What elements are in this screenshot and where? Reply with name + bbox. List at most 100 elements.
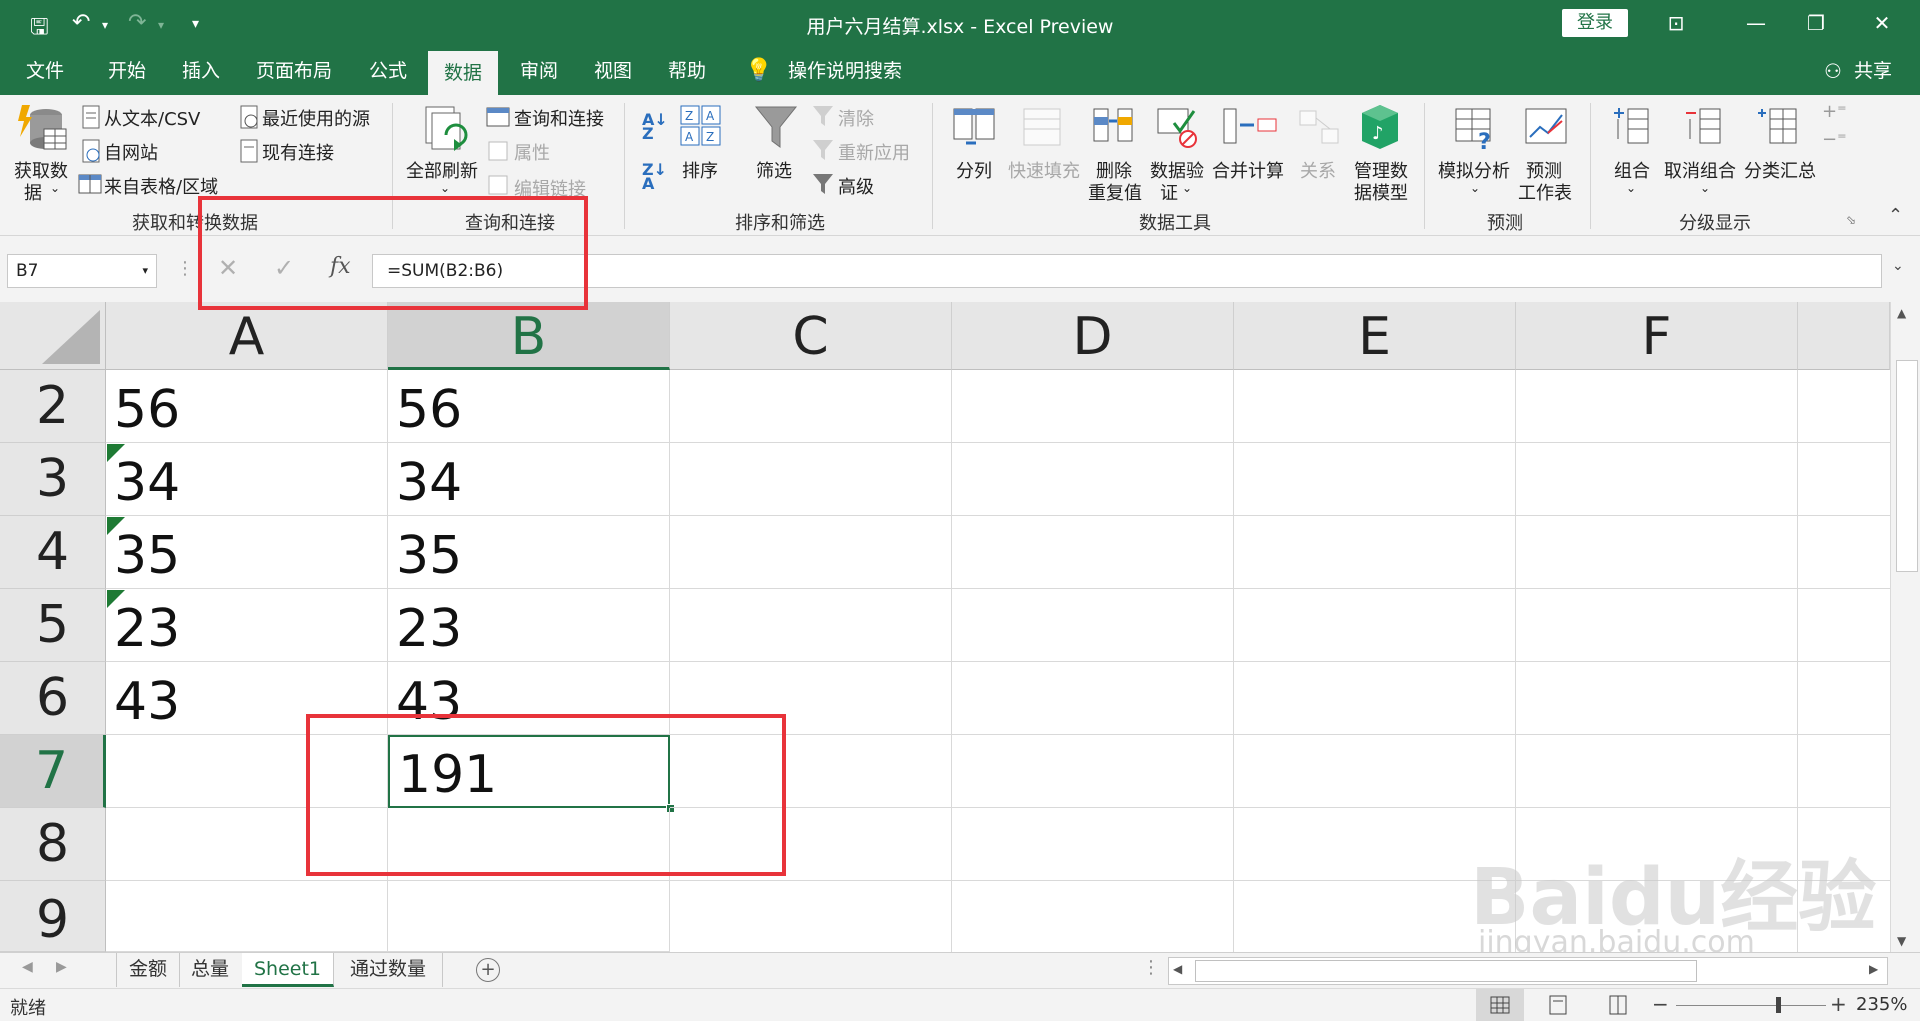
- cell-b3[interactable]: 34: [388, 443, 670, 516]
- row-header-4[interactable]: 4: [0, 516, 106, 589]
- column-header-f[interactable]: F: [1516, 302, 1798, 370]
- row-header-7[interactable]: 7: [0, 735, 106, 808]
- row-header-5[interactable]: 5: [0, 589, 106, 662]
- dialog-launcher-icon[interactable]: ⬂: [1846, 213, 1856, 227]
- remove-duplicates-label2[interactable]: 重复值: [1088, 179, 1142, 205]
- tab-review[interactable]: 审阅: [504, 47, 574, 95]
- scroll-left-icon[interactable]: ◀: [1173, 962, 1182, 976]
- zoom-in-icon[interactable]: +: [1830, 992, 1847, 1016]
- vertical-scroll-thumb[interactable]: [1896, 360, 1918, 572]
- tab-formulas[interactable]: 公式: [353, 47, 423, 95]
- validation-dropdown-icon[interactable]: ⌄: [1182, 181, 1192, 195]
- horizontal-scroll-thumb[interactable]: [1195, 960, 1697, 982]
- normal-view-button[interactable]: [1476, 989, 1524, 1021]
- subtotal-icon[interactable]: [1756, 105, 1800, 149]
- group-button[interactable]: 组合: [1614, 157, 1650, 183]
- column-header-a[interactable]: A: [106, 302, 388, 370]
- page-break-view-icon[interactable]: [1598, 989, 1638, 1021]
- tab-insert[interactable]: 插入: [166, 47, 236, 95]
- name-box[interactable]: B7 ▾: [7, 254, 157, 288]
- sort-icon[interactable]: Z AA Z: [680, 105, 722, 147]
- zoom-slider-thumb[interactable]: [1776, 997, 1781, 1013]
- horizontal-scrollbar[interactable]: ◀ ▶: [1168, 957, 1888, 985]
- sheet-tab-sheet1[interactable]: Sheet1: [242, 953, 334, 987]
- zoom-out-icon[interactable]: −: [1652, 992, 1669, 1016]
- sort-button[interactable]: 排序: [682, 157, 718, 183]
- consolidate-button[interactable]: 合并计算: [1212, 157, 1284, 183]
- existing-connections-button[interactable]: 现有连接: [262, 139, 334, 165]
- collapse-ribbon-icon[interactable]: ⌃: [1888, 205, 1903, 226]
- column-header-e[interactable]: E: [1234, 302, 1516, 370]
- page-layout-view-icon[interactable]: [1538, 989, 1578, 1021]
- tab-page-layout[interactable]: 页面布局: [244, 47, 344, 95]
- row-header-8[interactable]: 8: [0, 808, 106, 881]
- sheet-tab-tongguo[interactable]: 通过数量: [334, 953, 443, 987]
- select-all-button[interactable]: [0, 302, 106, 370]
- sheet-tab-jine[interactable]: 金额: [116, 953, 180, 987]
- filter-button[interactable]: 筛选: [756, 157, 792, 183]
- name-box-dropdown-icon[interactable]: ▾: [142, 255, 148, 287]
- row-header-2[interactable]: 2: [0, 370, 106, 443]
- cell-b9[interactable]: [388, 881, 670, 952]
- recent-sources-button[interactable]: 最近使用的源: [262, 105, 370, 131]
- group-rows-icon[interactable]: [1610, 105, 1654, 149]
- share-button[interactable]: 共享: [1848, 47, 1898, 95]
- cell-a2[interactable]: 56: [106, 370, 388, 443]
- ungroup-dropdown-icon[interactable]: ⌄: [1700, 181, 1710, 195]
- formula-input[interactable]: =SUM(B2:B6): [372, 254, 1882, 288]
- get-data-icon[interactable]: [16, 103, 68, 155]
- zoom-level[interactable]: 235%: [1856, 994, 1907, 1015]
- forecast-sheet-label2[interactable]: 工作表: [1518, 179, 1572, 205]
- scroll-down-icon[interactable]: ▼: [1897, 934, 1906, 948]
- text-to-columns-button[interactable]: 分列: [956, 157, 992, 183]
- zoom-slider-track[interactable]: [1676, 1005, 1826, 1006]
- row-header-6[interactable]: 6: [0, 662, 106, 735]
- text-to-columns-icon[interactable]: [952, 105, 996, 149]
- sort-az-icon[interactable]: A↓ Z: [642, 112, 668, 142]
- vertical-scrollbar[interactable]: ▲ ▼: [1890, 302, 1920, 952]
- add-sheet-icon[interactable]: +: [476, 958, 500, 982]
- data-validation-label2[interactable]: 证: [1160, 179, 1178, 205]
- column-header-b[interactable]: B: [388, 302, 670, 370]
- cell-b2[interactable]: 56: [388, 370, 670, 443]
- cell-a5[interactable]: 23: [106, 589, 388, 662]
- column-header-d[interactable]: D: [952, 302, 1234, 370]
- cell-b5[interactable]: 23: [388, 589, 670, 662]
- next-sheet-icon[interactable]: ▶: [56, 959, 67, 975]
- ribbon-display-icon[interactable]: ⊡: [1656, 8, 1696, 38]
- scroll-up-icon[interactable]: ▲: [1897, 306, 1906, 320]
- data-validation-icon[interactable]: [1156, 105, 1200, 149]
- cell-a3[interactable]: 34: [106, 443, 388, 516]
- advanced-button[interactable]: 高级: [838, 173, 874, 199]
- row-header-3[interactable]: 3: [0, 443, 106, 516]
- close-icon[interactable]: ✕: [1862, 8, 1902, 38]
- column-header-g[interactable]: [1798, 302, 1890, 370]
- scroll-right-icon[interactable]: ▶: [1869, 962, 1878, 976]
- get-data-label2[interactable]: 据: [24, 179, 42, 205]
- sort-za-icon[interactable]: Z↓ A: [642, 162, 667, 192]
- manage-data-model-label2[interactable]: 据模型: [1354, 179, 1408, 205]
- minimize-icon[interactable]: —: [1736, 8, 1776, 38]
- restore-icon[interactable]: ❐: [1796, 8, 1836, 38]
- cell-b4[interactable]: 35: [388, 516, 670, 589]
- from-web-button[interactable]: 自网站: [104, 139, 158, 165]
- queries-connections-button[interactable]: 查询和连接: [514, 105, 604, 131]
- login-button[interactable]: 登录: [1562, 9, 1628, 37]
- customize-qat-icon[interactable]: ▾: [192, 16, 199, 32]
- tab-file[interactable]: 文件: [14, 47, 76, 95]
- tab-help[interactable]: 帮助: [652, 47, 722, 95]
- from-text-csv-button[interactable]: 从文本/CSV: [104, 105, 200, 131]
- column-header-c[interactable]: C: [670, 302, 952, 370]
- undo-icon[interactable]: ↶: [72, 10, 90, 35]
- tell-me-search[interactable]: 操作说明搜索: [780, 47, 910, 95]
- sheet-tab-zongliang[interactable]: 总量: [178, 953, 243, 987]
- ungroup-button[interactable]: 取消组合: [1664, 157, 1736, 183]
- get-data-dropdown-icon[interactable]: ⌄: [50, 181, 60, 195]
- cell-a4[interactable]: 35: [106, 516, 388, 589]
- prev-sheet-icon[interactable]: ◀: [22, 959, 33, 975]
- cell-a9[interactable]: [106, 881, 388, 952]
- what-if-dropdown-icon[interactable]: ⌄: [1470, 181, 1480, 195]
- undo-dropdown-icon[interactable]: ▾: [102, 18, 108, 32]
- refresh-all-icon[interactable]: [420, 105, 468, 155]
- save-icon[interactable]: 🖫: [30, 10, 49, 48]
